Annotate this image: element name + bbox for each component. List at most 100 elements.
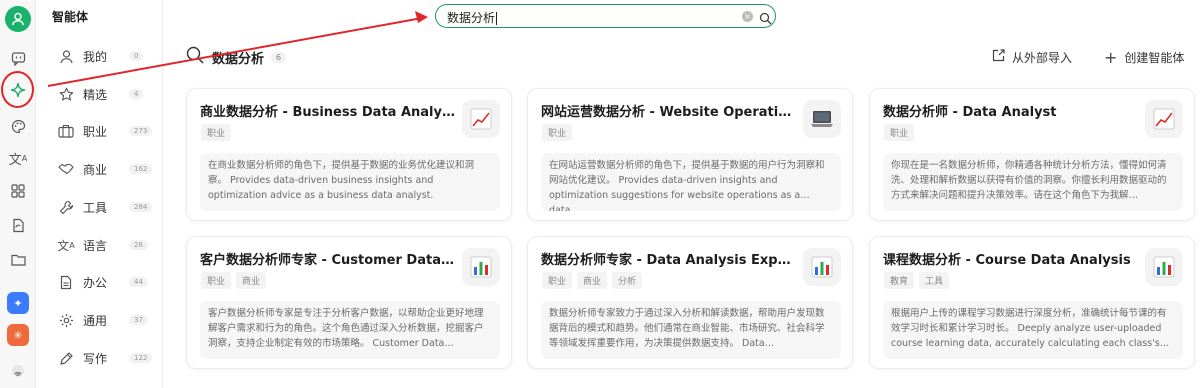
sidebar-item-count: 162	[129, 164, 153, 174]
external-import-icon	[992, 48, 1005, 66]
agent-card[interactable]: 课程数据分析 - Course Data Analysis 教育 工具 根据用户…	[869, 236, 1195, 369]
clear-icon[interactable]: ×	[742, 11, 753, 22]
sidebar-item-tools[interactable]: 工具 284	[57, 195, 161, 219]
card-description: 数据分析师专家致力于通过深入分析和解读数据，帮助用户发现数据背后的模式和趋势。他…	[541, 301, 841, 359]
card-title: 网站运营数据分析 - Website Operation…	[541, 105, 797, 120]
sidebar-item-label: 写作	[83, 351, 108, 366]
card-description: 根据用户上传的课程学习数据进行深度分析，准确统计每节课的有效学习时长和累计学习时…	[883, 301, 1183, 359]
sidebar-item-career[interactable]: 职业 273	[57, 119, 161, 143]
card-title: 数据分析师 - Data Analyst	[883, 105, 1057, 120]
search-input[interactable]: 数据分析 ×	[435, 4, 776, 28]
card-description: 你现在是一名数据分析师，你精通各种统计分析方法，懂得如何清洗、处理和解析数据以获…	[883, 153, 1183, 211]
sidebar-item-mine[interactable]: 我的 0	[57, 44, 161, 68]
import-button[interactable]: 从外部导入	[992, 48, 1072, 66]
app-shortcut-orange-icon[interactable]: ✳	[7, 324, 29, 346]
results-header: 数据分析 6	[186, 46, 287, 68]
card-title: 商业数据分析 - Business Data Analysis	[200, 105, 456, 120]
handshake-icon	[57, 160, 75, 178]
tag: 职业	[542, 272, 573, 289]
chart-up-icon	[1145, 100, 1183, 138]
category-sidebar: 智能体 我的 0 精选 4 职业 273 商业 162 工具 284 文A 语言…	[37, 0, 163, 388]
create-agent-button[interactable]: + 创建智能体	[1104, 47, 1185, 67]
sidebar-item-general[interactable]: 通用 37	[57, 308, 161, 332]
search-icon	[186, 46, 204, 68]
tag: 职业	[201, 272, 232, 289]
sidebar-item-count: 44	[129, 277, 148, 287]
sidebar-item-count: 4	[129, 89, 144, 99]
sidebar-item-office[interactable]: 办公 44	[57, 270, 161, 294]
user-icon	[57, 47, 75, 65]
card-tags: 教育 工具	[884, 272, 950, 289]
sidebar-title: 智能体	[52, 10, 89, 24]
sidebar-item-label: 精选	[83, 87, 108, 102]
sidebar-item-business[interactable]: 商业 162	[57, 157, 161, 181]
search-query: 数据分析	[447, 11, 498, 25]
briefcase-icon	[57, 122, 75, 140]
agent-card[interactable]: 客户数据分析师专家 - Customer Data … 职业 商业 客户数据分析…	[186, 236, 512, 369]
sidebar-item-label: 语言	[83, 238, 108, 253]
results-count: 6	[271, 51, 287, 63]
sidebar-item-count: 26	[129, 240, 148, 250]
card-tags: 职业 商业	[201, 272, 267, 289]
star-icon	[57, 85, 75, 103]
bar-chart-icon	[1145, 248, 1183, 286]
card-title: 数据分析师专家 - Data Analysis Expert	[541, 253, 797, 268]
avatar[interactable]	[5, 6, 31, 32]
sidebar-item-featured[interactable]: 精选 4	[57, 82, 161, 106]
create-label: 创建智能体	[1124, 50, 1185, 65]
sidebar-item-count: 284	[129, 202, 153, 212]
card-tags: 职业	[542, 124, 573, 141]
grid-icon[interactable]	[5, 178, 31, 204]
sidebar-item-count: 0	[129, 51, 144, 61]
card-tags: 职业	[201, 124, 232, 141]
annotation-circle	[1, 71, 34, 108]
tag: 商业	[577, 272, 608, 289]
app-shortcut-blue-icon[interactable]: ✦	[7, 292, 29, 314]
palette-icon[interactable]	[5, 113, 31, 139]
card-tags: 职业	[884, 124, 915, 141]
sidebar-item-label: 办公	[83, 275, 108, 290]
card-description: 客户数据分析师专家是专注于分析客户数据，以帮助企业更好地理解客户需求和行为的角色…	[200, 301, 500, 359]
sidebar-item-count: 273	[129, 126, 153, 136]
tag: 工具	[919, 272, 950, 289]
signal-icon[interactable]	[5, 358, 31, 384]
translate-icon[interactable]: 文A	[5, 145, 31, 171]
agent-card[interactable]: 数据分析师 - Data Analyst 职业 你现在是一名数据分析师，你精通各…	[869, 88, 1195, 221]
chat-icon[interactable]	[5, 45, 31, 71]
document-icon	[57, 273, 75, 291]
sidebar-item-writing[interactable]: 写作 122	[57, 346, 161, 370]
user-avatar-icon	[11, 12, 25, 26]
bar-chart-icon	[462, 248, 500, 286]
agent-card[interactable]: 网站运营数据分析 - Website Operation… 职业 在网站运营数据…	[527, 88, 853, 221]
file-sync-icon[interactable]	[5, 212, 31, 238]
agent-card[interactable]: 商业数据分析 - Business Data Analysis 职业 在商业数据…	[186, 88, 512, 221]
tag: 职业	[542, 124, 573, 141]
tag: 职业	[884, 124, 915, 141]
sidebar-item-language[interactable]: 文A 语言 26	[57, 233, 161, 257]
sidebar-item-count: 37	[129, 315, 148, 325]
card-description: 在网站运营数据分析师的角色下，提供基于数据的用户行为洞察和网站优化建议。 Pro…	[541, 153, 841, 211]
translate-icon: 文A	[57, 238, 75, 253]
card-tags: 职业 商业 分析	[542, 272, 643, 289]
search-icon[interactable]	[759, 10, 772, 29]
tag: 职业	[201, 124, 232, 141]
laptop-icon	[803, 100, 841, 138]
card-description: 在商业数据分析师的角色下，提供基于数据的业务优化建议和洞察。 Provides …	[200, 153, 500, 211]
tag: 分析	[612, 272, 643, 289]
wrench-icon	[57, 198, 75, 216]
import-label: 从外部导入	[1012, 50, 1073, 65]
bar-chart-icon	[803, 248, 841, 286]
pen-icon	[57, 349, 75, 367]
tag: 教育	[884, 272, 915, 289]
plus-icon: +	[1104, 47, 1118, 67]
card-title: 客户数据分析师专家 - Customer Data …	[200, 253, 456, 268]
sidebar-item-label: 通用	[83, 313, 108, 328]
folder-icon[interactable]	[5, 246, 31, 272]
sidebar-item-label: 我的	[83, 49, 108, 64]
gear-icon	[57, 311, 75, 329]
card-title: 课程数据分析 - Course Data Analysis	[883, 253, 1131, 268]
agent-card[interactable]: 数据分析师专家 - Data Analysis Expert 职业 商业 分析 …	[527, 236, 853, 369]
sidebar-item-label: 职业	[83, 124, 108, 139]
tag: 商业	[236, 272, 267, 289]
sidebar-item-label: 商业	[83, 162, 108, 177]
